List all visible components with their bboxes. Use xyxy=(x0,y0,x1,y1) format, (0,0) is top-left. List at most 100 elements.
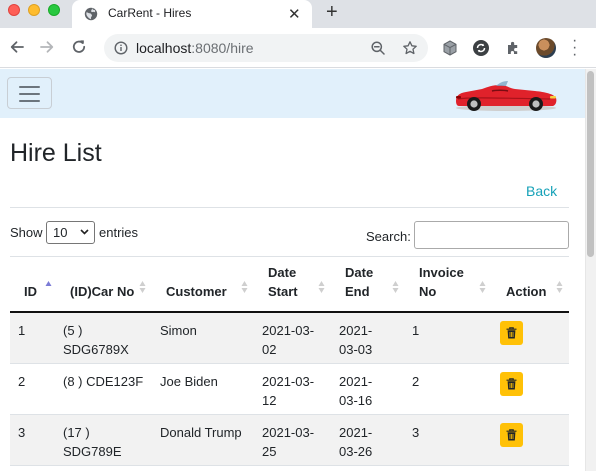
page-length-select[interactable]: 10 xyxy=(46,221,95,244)
back-link[interactable]: Back xyxy=(526,183,557,199)
sort-both-icon xyxy=(241,281,248,293)
column-header-id[interactable]: ID xyxy=(10,257,56,311)
cell-customer: Joe Biden xyxy=(160,374,218,389)
cell-date-start: 2021-03- 12 xyxy=(262,372,314,410)
window-zoom-button[interactable] xyxy=(48,4,60,16)
header-line-2: End xyxy=(345,284,370,299)
tab-title: CarRent - Hires xyxy=(108,6,192,20)
trash-icon xyxy=(506,429,517,441)
navbar-toggler-button[interactable] xyxy=(7,77,52,109)
profile-avatar[interactable] xyxy=(536,38,556,58)
page-viewport: Hire List Back Show 10 entries Search: I… xyxy=(0,69,596,471)
scrollbar-thumb[interactable] xyxy=(587,71,594,257)
table-row: 1 (5 ) SDG6789X Simon 2021-03- 02 2021- 03-… xyxy=(10,313,569,364)
header-line-2: No xyxy=(419,284,437,299)
date-part-2: 12 xyxy=(262,393,277,408)
trash-icon xyxy=(506,378,517,390)
date-part-1: 2021-03- xyxy=(262,323,315,338)
browser-toolbar: localhost:8080/hire · · · xyxy=(0,28,596,68)
header-line-1: Invoice xyxy=(419,265,464,280)
window-minimize-button[interactable] xyxy=(28,4,40,16)
column-header-date-end[interactable]: Date End xyxy=(331,257,405,311)
date-part-1: 2021- xyxy=(339,323,373,338)
page-scrollbar[interactable] xyxy=(585,69,596,471)
header-line-2: Start xyxy=(268,284,298,299)
car-plate: SDG6789X xyxy=(63,342,129,357)
url-host: localhost xyxy=(136,40,192,56)
globe-icon xyxy=(84,7,98,21)
browser-tab[interactable]: CarRent - Hires ✕ xyxy=(72,0,312,28)
forward-arrow-icon[interactable] xyxy=(38,38,56,56)
window-close-button[interactable] xyxy=(8,4,20,16)
hamburger-bar xyxy=(19,86,40,88)
date-part-2: 03-03 xyxy=(339,342,373,357)
trash-icon xyxy=(506,327,517,339)
cell-date-start: 2021-03- 25 xyxy=(262,423,314,461)
tab-close-icon[interactable]: ✕ xyxy=(288,5,301,23)
column-header-label: Date End xyxy=(345,263,373,301)
sort-both-icon xyxy=(479,281,486,293)
bookmark-star-icon[interactable] xyxy=(402,40,418,56)
column-header-label: Date Start xyxy=(268,263,298,301)
extension-cube-icon[interactable] xyxy=(441,39,459,57)
address-bar[interactable]: localhost:8080/hire xyxy=(104,34,428,62)
cell-invoice-no: 1 xyxy=(412,323,420,338)
sort-ascending-icon xyxy=(45,281,52,286)
url-path: :8080/hire xyxy=(191,40,254,56)
browser-tab-strip: CarRent - Hires ✕ + xyxy=(0,0,596,28)
car-plate: SDG789E xyxy=(63,444,122,459)
sort-both-icon xyxy=(139,281,146,293)
reload-icon[interactable] xyxy=(70,38,88,56)
red-convertible-car-logo[interactable] xyxy=(452,75,560,113)
new-tab-plus-icon[interactable]: + xyxy=(326,1,338,24)
chevron-down-icon xyxy=(80,229,89,235)
extension-sync-icon[interactable] xyxy=(472,39,490,57)
sort-both-icon xyxy=(556,281,563,293)
cell-date-end: 2021- 03-16 xyxy=(339,372,372,410)
car-id: (17 ) xyxy=(63,425,90,440)
show-label: Show xyxy=(10,225,43,240)
date-part-2: 03-16 xyxy=(339,393,373,408)
cell-car-no: (8 ) CDE123F xyxy=(63,372,143,391)
delete-button[interactable] xyxy=(500,423,523,447)
car-id: (8 ) CDE123F xyxy=(63,374,144,389)
cell-date-end: 2021- 03-03 xyxy=(339,321,372,359)
zoom-out-icon[interactable] xyxy=(370,40,386,56)
page-length-value: 10 xyxy=(53,225,68,240)
top-navbar xyxy=(0,69,585,118)
search-input[interactable] xyxy=(414,221,569,249)
cell-invoice-no: 3 xyxy=(412,425,420,440)
page-title: Hire List xyxy=(10,139,102,167)
column-header-car-no[interactable]: (ID)Car No xyxy=(56,257,152,311)
back-arrow-icon[interactable] xyxy=(8,38,26,56)
divider xyxy=(10,207,569,208)
date-part-2: 03-26 xyxy=(339,444,373,459)
header-line-1: Date xyxy=(345,265,374,280)
column-header-date-start[interactable]: Date Start xyxy=(254,257,331,311)
entries-label: entries xyxy=(99,225,139,240)
date-part-2: 02 xyxy=(262,342,277,357)
hamburger-bar xyxy=(19,100,40,102)
column-header-action[interactable]: Action xyxy=(492,257,569,311)
cell-id: 1 xyxy=(18,323,26,338)
column-header-customer[interactable]: Customer xyxy=(152,257,254,311)
cell-invoice-no: 2 xyxy=(412,374,420,389)
extensions-puzzle-icon[interactable] xyxy=(505,39,523,57)
site-info-icon[interactable] xyxy=(114,41,128,55)
date-part-1: 2021- xyxy=(339,374,373,389)
delete-button[interactable] xyxy=(500,321,523,345)
sort-both-icon xyxy=(392,281,399,293)
sort-both-icon xyxy=(318,281,325,293)
column-header-label: (ID)Car No xyxy=(70,284,135,299)
header-line-1: Date xyxy=(268,265,297,280)
table-row: 2 (8 ) CDE123F Joe Biden 2021-03- 12 2021… xyxy=(10,364,569,415)
browser-menu-kebab-icon[interactable]: · · · xyxy=(572,33,577,63)
delete-button[interactable] xyxy=(500,372,523,396)
table-row: 3 (17 ) SDG789E Donald Trump 2021-03- 25 2… xyxy=(10,415,569,466)
cell-customer: Simon xyxy=(160,323,197,338)
column-header-invoice-no[interactable]: Invoice No xyxy=(405,257,492,311)
cell-date-end: 2021- 03-26 xyxy=(339,423,372,461)
column-header-label: Invoice No xyxy=(419,263,464,301)
cell-id: 3 xyxy=(18,425,26,440)
date-part-1: 2021-03- xyxy=(262,425,315,440)
